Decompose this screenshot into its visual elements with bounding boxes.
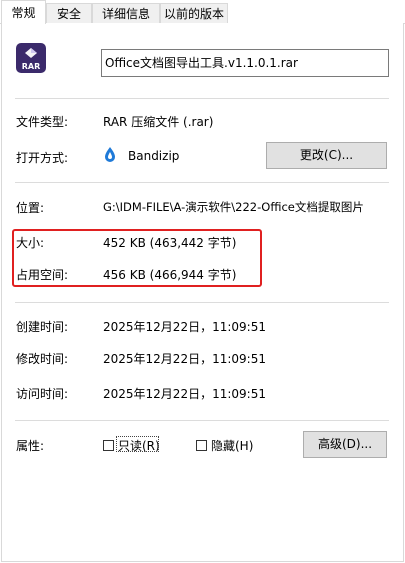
accessed-label: 访问时间:	[16, 387, 69, 401]
hidden-checkbox[interactable]	[196, 440, 207, 451]
modified-label: 修改时间:	[16, 352, 69, 366]
rar-icon-text: RAR	[22, 62, 41, 71]
file-name-input[interactable]: Office文档图导出工具.v1.1.0.1.rar	[101, 49, 389, 77]
advanced-button[interactable]: 高级(D)...	[303, 431, 387, 458]
opens-with-label: 打开方式:	[16, 151, 69, 165]
properties-panel	[1, 23, 404, 562]
tab-general[interactable]: 常规	[1, 0, 46, 24]
divider	[15, 302, 389, 303]
divider	[15, 98, 389, 99]
tab-bar: 常规 安全 详细信息 以前的版本	[0, 0, 405, 24]
tab-security[interactable]: 安全	[46, 3, 92, 23]
divider	[15, 420, 389, 421]
highlight-box	[12, 229, 262, 287]
location-value: G:\IDM-FILE\A-演示软件\222-Office文档提取图片	[103, 200, 364, 214]
rar-file-icon: RAR	[15, 42, 47, 74]
opens-with-app: Bandizip	[128, 149, 180, 163]
file-type-label: 文件类型:	[16, 115, 69, 129]
accessed-value: 2025年12月22日，11:09:51	[103, 387, 266, 401]
hidden-label[interactable]: 隐藏(H)	[211, 437, 253, 454]
created-value: 2025年12月22日，11:09:51	[103, 320, 266, 334]
tab-previous-versions[interactable]: 以前的版本	[160, 3, 228, 23]
modified-value: 2025年12月22日，11:09:51	[103, 352, 266, 366]
location-label: 位置:	[16, 201, 45, 215]
bandizip-icon	[102, 146, 118, 164]
divider	[15, 182, 389, 183]
attributes-label: 属性:	[16, 439, 45, 453]
readonly-focus-outline	[116, 436, 159, 452]
tab-details[interactable]: 详细信息	[92, 3, 160, 23]
change-button[interactable]: 更改(C)...	[266, 142, 387, 169]
file-type-value: RAR 压缩文件 (.rar)	[103, 115, 214, 129]
readonly-checkbox[interactable]	[103, 440, 114, 451]
created-label: 创建时间:	[16, 320, 69, 334]
